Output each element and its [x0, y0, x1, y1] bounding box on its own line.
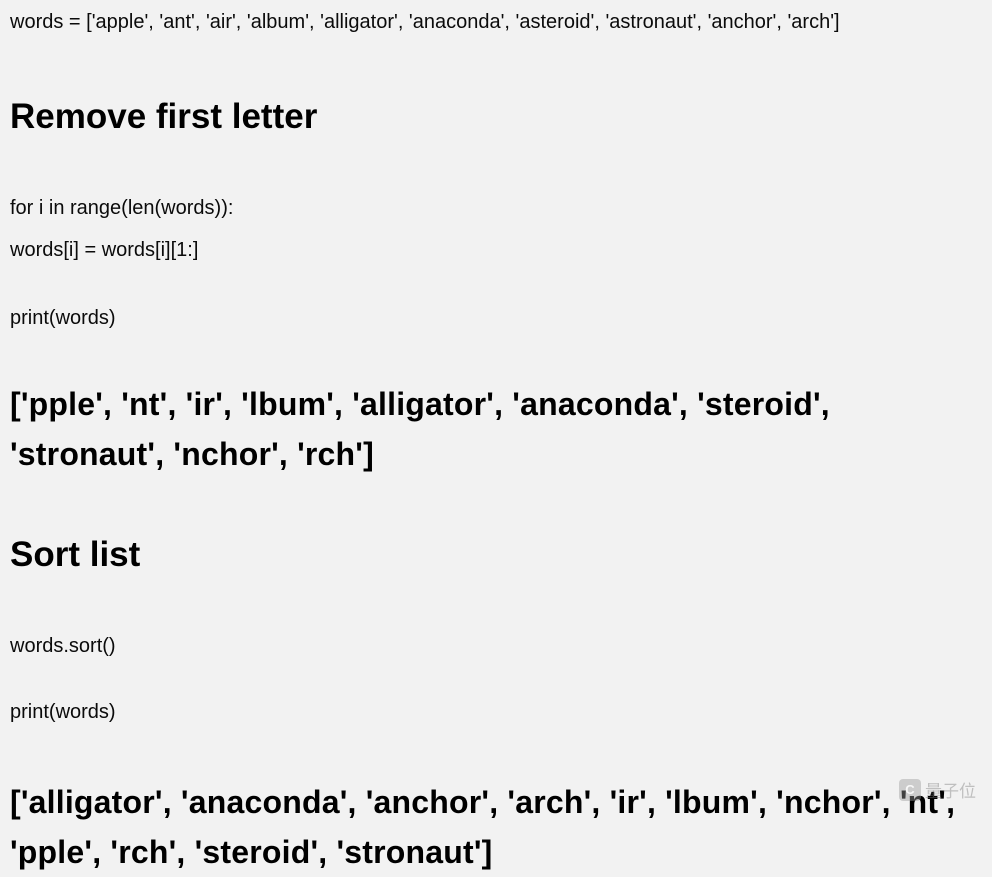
output-sorted: ['alligator', 'anaconda', 'anchor', 'arc… — [10, 778, 982, 877]
code-print-1: print(words) — [10, 304, 982, 332]
watermark-text: 量子位 — [925, 777, 976, 802]
code-print-2: print(words) — [10, 698, 982, 726]
code-sort: words.sort() — [10, 632, 982, 660]
watermark-icon: C — [899, 779, 921, 801]
code-slice-assign: words[i] = words[i][1:] — [10, 236, 982, 264]
code-for-loop: for i in range(len(words)): — [10, 194, 982, 222]
heading-remove-first-letter: Remove first letter — [10, 96, 982, 138]
watermark: C 量子位 — [899, 777, 976, 802]
heading-sort-list: Sort list — [10, 534, 982, 576]
output-removed-first-letter: ['pple', 'nt', 'ir', 'lbum', 'alligator'… — [10, 380, 982, 479]
watermark-icon-label: C — [905, 782, 914, 797]
code-words-init: words = ['apple', 'ant', 'air', 'album',… — [10, 8, 982, 36]
